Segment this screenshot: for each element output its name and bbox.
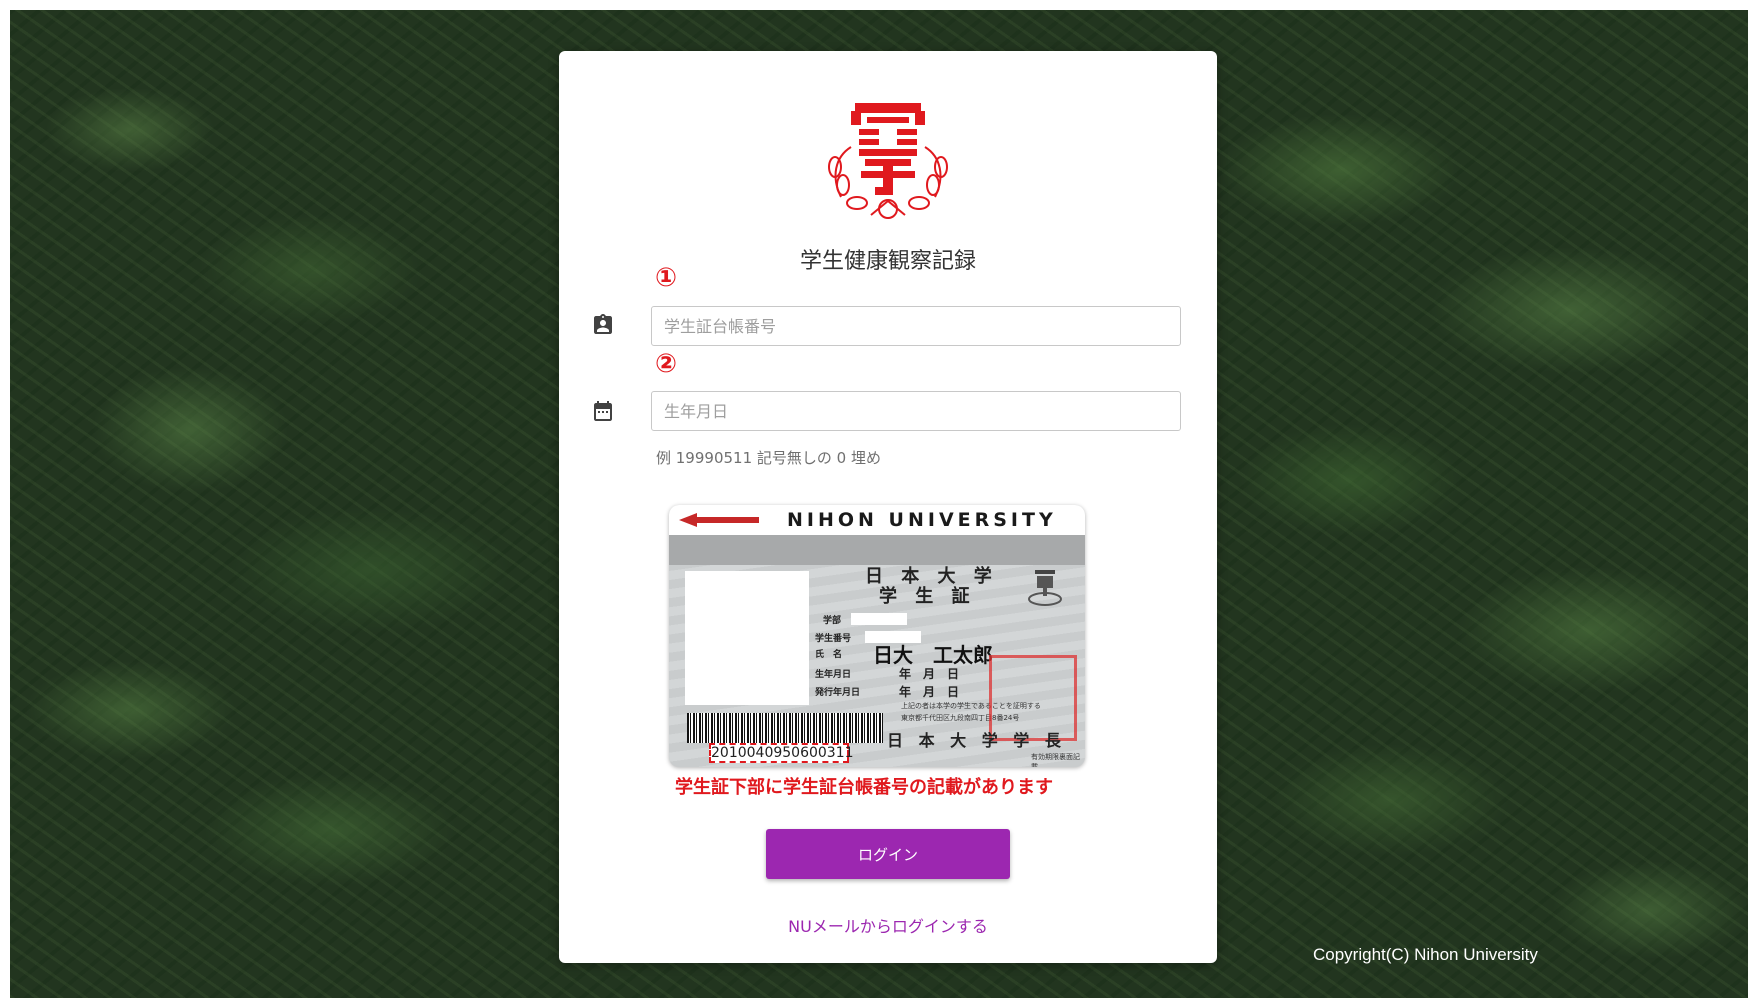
- card-birthdate-label: 生年月日: [815, 670, 852, 680]
- step-marker-2: ②: [654, 349, 677, 379]
- nu-mail-login-link[interactable]: NUメールからログインする: [559, 913, 1217, 937]
- birthdate-input[interactable]: [651, 391, 1181, 431]
- step-marker-1: ①: [654, 263, 677, 293]
- card-faculty-label: 学部: [823, 616, 842, 626]
- copyright-text: Copyright(C) Nihon University: [1313, 945, 1538, 964]
- card-university-en: NIHON UNIVERSITY: [787, 509, 1057, 531]
- card-back-note: 有効期限裏面記載: [1031, 753, 1080, 767]
- student-card-example-image: NIHON UNIVERSITY 日 本 大 学 学 生 証 学部 学生番号 氏…: [669, 505, 1085, 767]
- left-arrow-icon: [679, 513, 759, 527]
- card-name-label: 氏 名: [815, 650, 843, 660]
- card-photo-area: [685, 571, 809, 705]
- login-card: 学生健康観察記録 ① ② 例 19990511 記号無しの 0 埋め NIHON…: [559, 51, 1217, 963]
- card-issue-date-label: 発行年月日: [815, 688, 861, 698]
- card-faculty-value: [851, 613, 907, 625]
- card-type: 学 生 証: [879, 586, 976, 607]
- id-badge-icon: [594, 314, 612, 334]
- login-button[interactable]: ログイン: [766, 829, 1010, 879]
- card-issue-date-format: 年 月 日: [899, 685, 960, 699]
- student-ledger-number-input[interactable]: [651, 306, 1181, 346]
- card-ledger-number: 2010040950600311: [709, 743, 854, 763]
- nihon-university-crest-icon: [828, 103, 948, 219]
- card-barcode: [687, 713, 883, 743]
- calendar-icon: [594, 401, 612, 421]
- card-student-number-label: 学生番号: [815, 634, 852, 644]
- card-president: 日 本 大 学 学 長: [887, 731, 1066, 750]
- card-grey-band: [669, 535, 1085, 565]
- card-birthdate-format: 年 月 日: [899, 667, 960, 681]
- card-name-value: 日大 工太郎: [873, 643, 993, 667]
- birthdate-format-hint: 例 19990511 記号無しの 0 埋め: [656, 449, 881, 467]
- card-crest-icon: [1028, 570, 1062, 606]
- card-university-ja: 日 本 大 学: [865, 566, 998, 587]
- student-card-caption: 学生証下部に学生証台帳番号の記載があります: [675, 777, 1053, 798]
